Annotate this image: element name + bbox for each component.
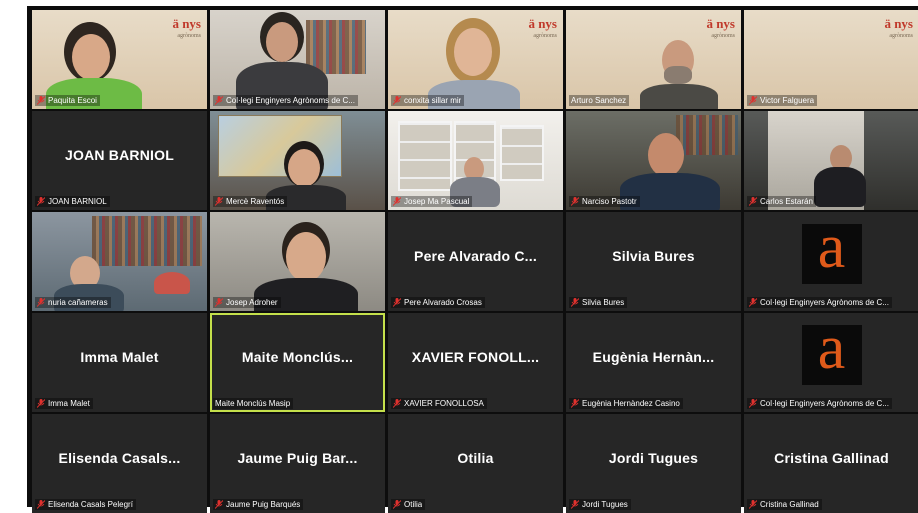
participant-display-name: Otilia	[457, 450, 494, 466]
participant-tile[interactable]: nuria cañameras	[32, 212, 207, 311]
participant-display-name: Cristina Gallinad	[774, 450, 889, 466]
participant-tile[interactable]: Pere Alvarado C... Pere Alvarado Crosas	[388, 212, 563, 311]
participant-tile[interactable]: Narciso Pastotr	[566, 111, 741, 210]
participant-name-label: Cristina Gallinad	[747, 499, 822, 510]
mic-muted-icon	[393, 298, 401, 307]
participant-name-label: Maite Monclús Masip	[213, 398, 294, 409]
participant-name-label: Otilia	[391, 499, 426, 510]
participant-tile[interactable]: ä nys agrònoms Arturo Sanchez	[566, 10, 741, 109]
participant-name-label: Col·legi Enginyers Agrònoms de C...	[213, 95, 358, 106]
participant-name-label: Josep Ma Pascual	[391, 196, 473, 207]
mic-muted-icon	[215, 96, 223, 105]
mic-muted-icon	[749, 197, 757, 206]
participant-name-label: Imma Malet	[35, 398, 93, 409]
participant-name-label: Elisenda Casals Pelegrí	[35, 499, 136, 510]
mic-muted-icon	[749, 500, 757, 509]
mic-muted-icon	[37, 298, 45, 307]
org-watermark-logo: ä nys agrònoms	[528, 16, 557, 39]
participant-name-label: Pere Alvarado Crosas	[391, 297, 485, 308]
participant-display-name: Silvia Bures	[612, 248, 695, 264]
mic-muted-icon	[749, 399, 757, 408]
participant-display-name: Eugènia Hernàn...	[592, 349, 715, 365]
mic-muted-icon	[393, 399, 401, 408]
participant-name-label: Col·legi Enginyers Agrònoms de C...	[747, 297, 892, 308]
participant-tile[interactable]: Jaume Puig Bar... Jaume Puig Barqués	[210, 414, 385, 513]
participant-name-label: JOAN BARNIOL	[35, 196, 110, 207]
participant-display-name: Maite Monclús...	[241, 349, 354, 365]
mic-muted-icon	[571, 399, 579, 408]
mic-muted-icon	[571, 500, 579, 509]
participant-display-name: Elisenda Casals...	[58, 450, 181, 466]
participant-display-name: Imma Malet	[80, 349, 159, 365]
mic-muted-icon	[215, 500, 223, 509]
participant-tile[interactable]: Mercè Raventós	[210, 111, 385, 210]
participant-display-name: Jaume Puig Bar...	[237, 450, 358, 466]
mic-muted-icon	[215, 197, 223, 206]
org-logo-avatar: a	[801, 216, 862, 284]
participant-name-label: Jaume Puig Barqués	[213, 499, 304, 510]
participant-tile[interactable]: ä nys agrònoms conxita sillar mir	[388, 10, 563, 109]
mic-muted-icon	[393, 197, 401, 206]
participant-tile[interactable]: Josep Adroher	[210, 212, 385, 311]
participant-name-label: Col·legi Enginyers Agrònoms de C...	[747, 398, 892, 409]
participant-tile[interactable]: Josep Ma Pascual	[388, 111, 563, 210]
participant-name-label: Carlos Estarán	[747, 196, 816, 207]
participant-display-name: Pere Alvarado C...	[414, 248, 537, 264]
participant-tile[interactable]: Silvia Bures Silvia Bures	[566, 212, 741, 311]
participant-tile[interactable]: a Col·legi Enginyers Agrònoms de C...	[744, 212, 918, 311]
participant-name-label: Josep Adroher	[213, 297, 281, 308]
participant-tile[interactable]: Col·legi Enginyers Agrònoms de C...	[210, 10, 385, 109]
participant-name-label: XAVIER FONOLLOSA	[391, 398, 487, 409]
mic-muted-icon	[571, 298, 579, 307]
participant-name-label: Silvia Bures	[569, 297, 628, 308]
mic-muted-icon	[215, 298, 223, 307]
participant-name-label: Arturo Sanchez	[569, 95, 630, 106]
participant-display-name: JOAN BARNIOL	[65, 147, 174, 163]
participant-tile-active-speaker[interactable]: Maite Monclús... Maite Monclús Masip	[210, 313, 385, 412]
participant-tile[interactable]: Elisenda Casals... Elisenda Casals Peleg…	[32, 414, 207, 513]
participant-tile[interactable]: Eugènia Hernàn... Eugènia Hernàndez Casi…	[566, 313, 741, 412]
org-watermark-logo: ä nys agrònoms	[884, 16, 913, 39]
participant-tile[interactable]: ä nys agrònoms Paquita Escoi	[32, 10, 207, 109]
mic-muted-icon	[37, 500, 45, 509]
participant-tile[interactable]: Otilia Otilia	[388, 414, 563, 513]
participant-name-label: Paquita Escoi	[35, 95, 100, 106]
participant-tile[interactable]: Imma Malet Imma Malet	[32, 313, 207, 412]
video-gallery: ä nys agrònoms Paquita Escoi Col·legi En…	[27, 6, 918, 513]
participant-grid: ä nys agrònoms Paquita Escoi Col·legi En…	[32, 10, 918, 513]
participant-name-label: Mercè Raventós	[213, 196, 288, 207]
participant-name-label: Victor Falguera	[747, 95, 818, 106]
participant-tile[interactable]: XAVIER FONOLL... XAVIER FONOLLOSA	[388, 313, 563, 412]
participant-tile[interactable]: JOAN BARNIOL JOAN BARNIOL	[32, 111, 207, 210]
org-watermark-logo: ä nys agrònoms	[172, 16, 201, 39]
participant-name-label: conxita sillar mir	[391, 95, 465, 106]
mic-muted-icon	[393, 96, 401, 105]
participant-display-name: XAVIER FONOLL...	[411, 349, 540, 365]
mic-muted-icon	[749, 96, 757, 105]
participant-name-label: nuria cañameras	[35, 297, 111, 308]
participant-name-label: Jordi Tugues	[569, 499, 631, 510]
mic-muted-icon	[393, 500, 401, 509]
mic-muted-icon	[571, 197, 579, 206]
participant-tile[interactable]: ä nys agrònoms Victor Falguera	[744, 10, 918, 109]
participant-tile[interactable]: a Col·legi Enginyers Agrònoms de C...	[744, 313, 918, 412]
mic-muted-icon	[749, 298, 757, 307]
mic-muted-icon	[37, 399, 45, 408]
participant-name-label: Eugènia Hernàndez Casino	[569, 398, 683, 409]
participant-name-label: Narciso Pastotr	[569, 196, 640, 207]
mic-muted-icon	[37, 197, 45, 206]
participant-tile[interactable]: Carlos Estarán	[744, 111, 918, 210]
org-watermark-logo: ä nys agrònoms	[706, 16, 735, 39]
participant-tile[interactable]: Jordi Tugues Jordi Tugues	[566, 414, 741, 513]
org-logo-avatar: a	[801, 317, 862, 385]
mic-muted-icon	[37, 96, 45, 105]
participant-tile[interactable]: Cristina Gallinad Cristina Gallinad	[744, 414, 918, 513]
participant-display-name: Jordi Tugues	[608, 450, 699, 466]
